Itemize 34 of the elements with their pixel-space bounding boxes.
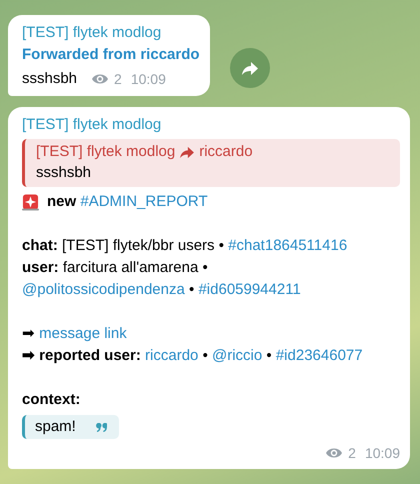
view-count: 2 (348, 444, 356, 463)
link[interactable]: @riccio (212, 347, 262, 364)
link[interactable]: #id6059944211 (198, 281, 301, 298)
forward-icon (240, 60, 259, 76)
message-line: user: farcitura all'amarena • (22, 258, 208, 278)
quote-text: spam! (35, 417, 76, 437)
reply-text: ssshsbh (36, 163, 92, 183)
siren-icon (22, 193, 39, 211)
message-line: @politossicodipendenza • #id6059944211 (22, 280, 301, 300)
reply-recipient: riccardo (199, 142, 253, 162)
message-line: chat: [TEST] flytek/bbr users • #chat1864511416 (22, 236, 348, 256)
message-time: 10:09 (364, 444, 400, 463)
reply-author: [TEST] flytek modlog (36, 142, 176, 162)
message-line: ➡ reported user: riccardo • @riccio • #id23646077 (22, 346, 363, 366)
link[interactable]: #id23646077 (276, 347, 363, 364)
share-button[interactable] (230, 48, 270, 88)
sender-name: [TEST] flytek modlog (22, 23, 162, 43)
forward-icon (179, 146, 196, 158)
message-line: context: (22, 390, 80, 410)
message-text: ssshsbh (22, 69, 78, 89)
quote-icon (96, 422, 107, 432)
eye-icon (91, 73, 110, 85)
eye-icon (325, 447, 344, 459)
message-line: ➡ message link (22, 324, 127, 344)
link[interactable]: @politossicodipendenza (22, 281, 185, 298)
forwarded-from: Forwarded from riccardo (22, 45, 200, 65)
message-line: new #ADMIN_REPORT (47, 192, 208, 212)
view-count: 2 (114, 70, 122, 89)
link[interactable]: riccardo (145, 347, 198, 364)
message-time: 10:09 (130, 70, 166, 89)
link[interactable]: #chat1864511416 (228, 237, 348, 254)
sender-name: [TEST] flytek modlog (22, 115, 162, 135)
link[interactable]: #ADMIN_REPORT (80, 193, 208, 210)
link[interactable]: message link (39, 325, 127, 342)
